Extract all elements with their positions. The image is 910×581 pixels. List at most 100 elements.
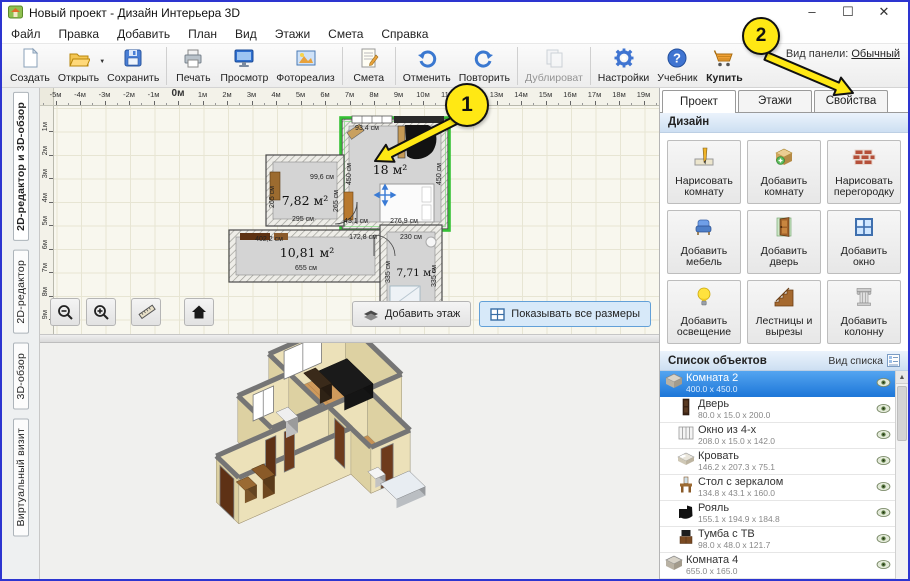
zoom-in-button[interactable]: [86, 298, 116, 326]
object-row[interactable]: Дверь80.0 x 15.0 x 200.0: [660, 397, 895, 423]
object-dimensions: 155.1 x 194.9 x 184.8: [698, 515, 874, 524]
panel-view-value[interactable]: Обычный: [851, 48, 900, 60]
menu-view[interactable]: Вид: [226, 25, 266, 43]
add-room-icon: [772, 145, 796, 173]
object-row[interactable]: Комната 4655.0 x 165.0: [660, 553, 895, 579]
menu-plan[interactable]: План: [179, 25, 226, 43]
tab-virtual-visit[interactable]: Виртуальный визит: [13, 418, 29, 536]
object-list-scrollbar[interactable]: ▲: [895, 371, 908, 579]
eye-visibility-icon[interactable]: [876, 531, 892, 549]
object-row[interactable]: Стол с зеркалом134.8 x 43.1 x 160.0: [660, 475, 895, 501]
help-icon: ?: [666, 47, 688, 72]
ruler-v-label: 10м: [40, 334, 49, 335]
add-floor-button[interactable]: Добавить этаж: [352, 301, 471, 327]
settings-button[interactable]: Настройки: [594, 46, 654, 85]
preview-button[interactable]: Просмотр: [216, 46, 272, 85]
toolbar-separator: [342, 47, 343, 85]
toolbar-separator: [517, 47, 518, 85]
room-icon: [664, 371, 686, 396]
plan-room-floor[interactable]: [273, 162, 337, 219]
zoom-out-button[interactable]: [50, 298, 80, 326]
plan-dimension-label: 10,81 м²: [280, 245, 335, 260]
scroll-thumb[interactable]: [897, 386, 907, 441]
right-tabs: Проект Этажи Свойства: [660, 88, 908, 113]
tab-2d[interactable]: 2D-редактор: [13, 250, 29, 334]
tab-project[interactable]: Проект: [662, 90, 736, 113]
eye-visibility-icon[interactable]: [876, 375, 892, 393]
ruler-v-label: 4м: [40, 193, 49, 202]
plan-piano-keyboard[interactable]: [398, 126, 405, 158]
add-furniture-button[interactable]: Добавить мебель: [667, 210, 741, 274]
object-row[interactable]: Окно из 4-х208.0 x 15.0 x 142.0: [660, 423, 895, 449]
show-all-sizes-button[interactable]: Показывать все размеры: [479, 301, 651, 327]
home-view-button[interactable]: [184, 298, 214, 326]
save-button[interactable]: Сохранить: [103, 46, 163, 85]
menu-floors[interactable]: Этажи: [266, 25, 319, 43]
menu-add[interactable]: Добавить: [108, 25, 179, 43]
object-row[interactable]: Кровать146.2 x 207.3 x 75.1: [660, 449, 895, 475]
redo-button[interactable]: Повторить: [455, 46, 514, 85]
tab-floors[interactable]: Этажи: [738, 90, 812, 112]
tvstand-icon: [676, 527, 698, 552]
eye-visibility-icon[interactable]: [876, 557, 892, 575]
ruler-horizontal: -7м-6м-5м-4м-3м-2м-1м0м1м2м3м4м5м6м7м8м9…: [54, 88, 659, 106]
menu-file[interactable]: Файл: [2, 25, 50, 43]
list-view-icon[interactable]: [887, 354, 900, 367]
new-button[interactable]: Создать: [6, 46, 54, 85]
object-row[interactable]: Рояль155.1 x 194.9 x 184.8: [660, 501, 895, 527]
scroll-up-button[interactable]: ▲: [896, 371, 908, 384]
estimate-button[interactable]: Смета: [346, 46, 392, 85]
maximize-button[interactable]: ☐: [830, 2, 866, 24]
eye-visibility-icon[interactable]: [876, 479, 892, 497]
plan-dimension-label: 93,4 см: [355, 125, 379, 132]
measure-tool-button[interactable]: [131, 298, 161, 326]
eye-visibility-icon[interactable]: [876, 453, 892, 471]
add-window-button[interactable]: Добавить окно: [827, 210, 901, 274]
add-room-button[interactable]: Добавить комнату: [747, 140, 821, 204]
object-dimensions: 146.2 x 207.3 x 75.1: [698, 463, 874, 472]
stairs-cutouts-button[interactable]: Лестницы и вырезы: [747, 280, 821, 344]
menu-estimate[interactable]: Смета: [319, 25, 372, 43]
object-dimensions: 80.0 x 15.0 x 200.0: [698, 411, 874, 420]
object-dimensions: 655.0 x 165.0: [686, 567, 874, 576]
bed-icon: [676, 449, 698, 474]
tab-properties[interactable]: Свойства: [814, 90, 888, 112]
object-row[interactable]: Комната 2400.0 x 450.0: [660, 371, 895, 397]
open-button[interactable]: Открыть ▼: [54, 46, 103, 85]
draw-partition-button[interactable]: Нарисовать перегородку: [827, 140, 901, 204]
ruler-h-label: 16м: [557, 90, 583, 99]
callout-badge-1: 1: [445, 83, 489, 127]
buy-button[interactable]: Купить: [701, 46, 747, 85]
close-button[interactable]: ✕: [866, 2, 902, 24]
menu-help[interactable]: Справка: [372, 25, 437, 43]
plan-sink[interactable]: [426, 237, 436, 247]
undo-button[interactable]: Отменить: [399, 46, 455, 85]
redo-icon: [473, 47, 495, 72]
photorealism-button[interactable]: Фотореализ: [272, 46, 338, 85]
door-icon: [772, 215, 796, 243]
draw-room-button[interactable]: Нарисовать комнату: [667, 140, 741, 204]
add-door-button[interactable]: Добавить дверь: [747, 210, 821, 274]
add-lighting-button[interactable]: Добавить освещение: [667, 280, 741, 344]
viewport-3d[interactable]: [40, 343, 659, 579]
object-dimensions: 98.0 x 48.0 x 121.7: [698, 541, 874, 550]
duplicate-button: Дублироват: [521, 46, 587, 85]
add-column-button[interactable]: Добавить колонну: [827, 280, 901, 344]
layers-icon: [363, 307, 379, 321]
print-button[interactable]: Печать: [170, 46, 216, 85]
eye-visibility-icon[interactable]: [876, 505, 892, 523]
tab-2d-3d[interactable]: 2D-редактор и 3D-обзор: [13, 92, 29, 241]
ruler-v-label: 5м: [40, 216, 49, 225]
view-splitter[interactable]: [40, 334, 659, 343]
editor-2d[interactable]: -7м-6м-5м-4м-3м-2м-1м0м1м2м3м4м5м6м7м8м9…: [40, 88, 659, 334]
design-buttons: Нарисовать комнату Добавить комнату Нари…: [660, 133, 908, 351]
ruler-v-label: 1м: [40, 122, 49, 131]
tutorial-button[interactable]: ? Учебник: [653, 46, 701, 85]
menu-edit[interactable]: Правка: [50, 25, 109, 43]
eye-visibility-icon[interactable]: [876, 427, 892, 445]
tab-3d[interactable]: 3D-обзор: [13, 343, 29, 410]
minimize-button[interactable]: –: [794, 2, 830, 24]
eye-visibility-icon[interactable]: [876, 401, 892, 419]
undo-icon: [416, 47, 438, 72]
object-row[interactable]: Тумба с ТВ98.0 x 48.0 x 121.7: [660, 527, 895, 553]
